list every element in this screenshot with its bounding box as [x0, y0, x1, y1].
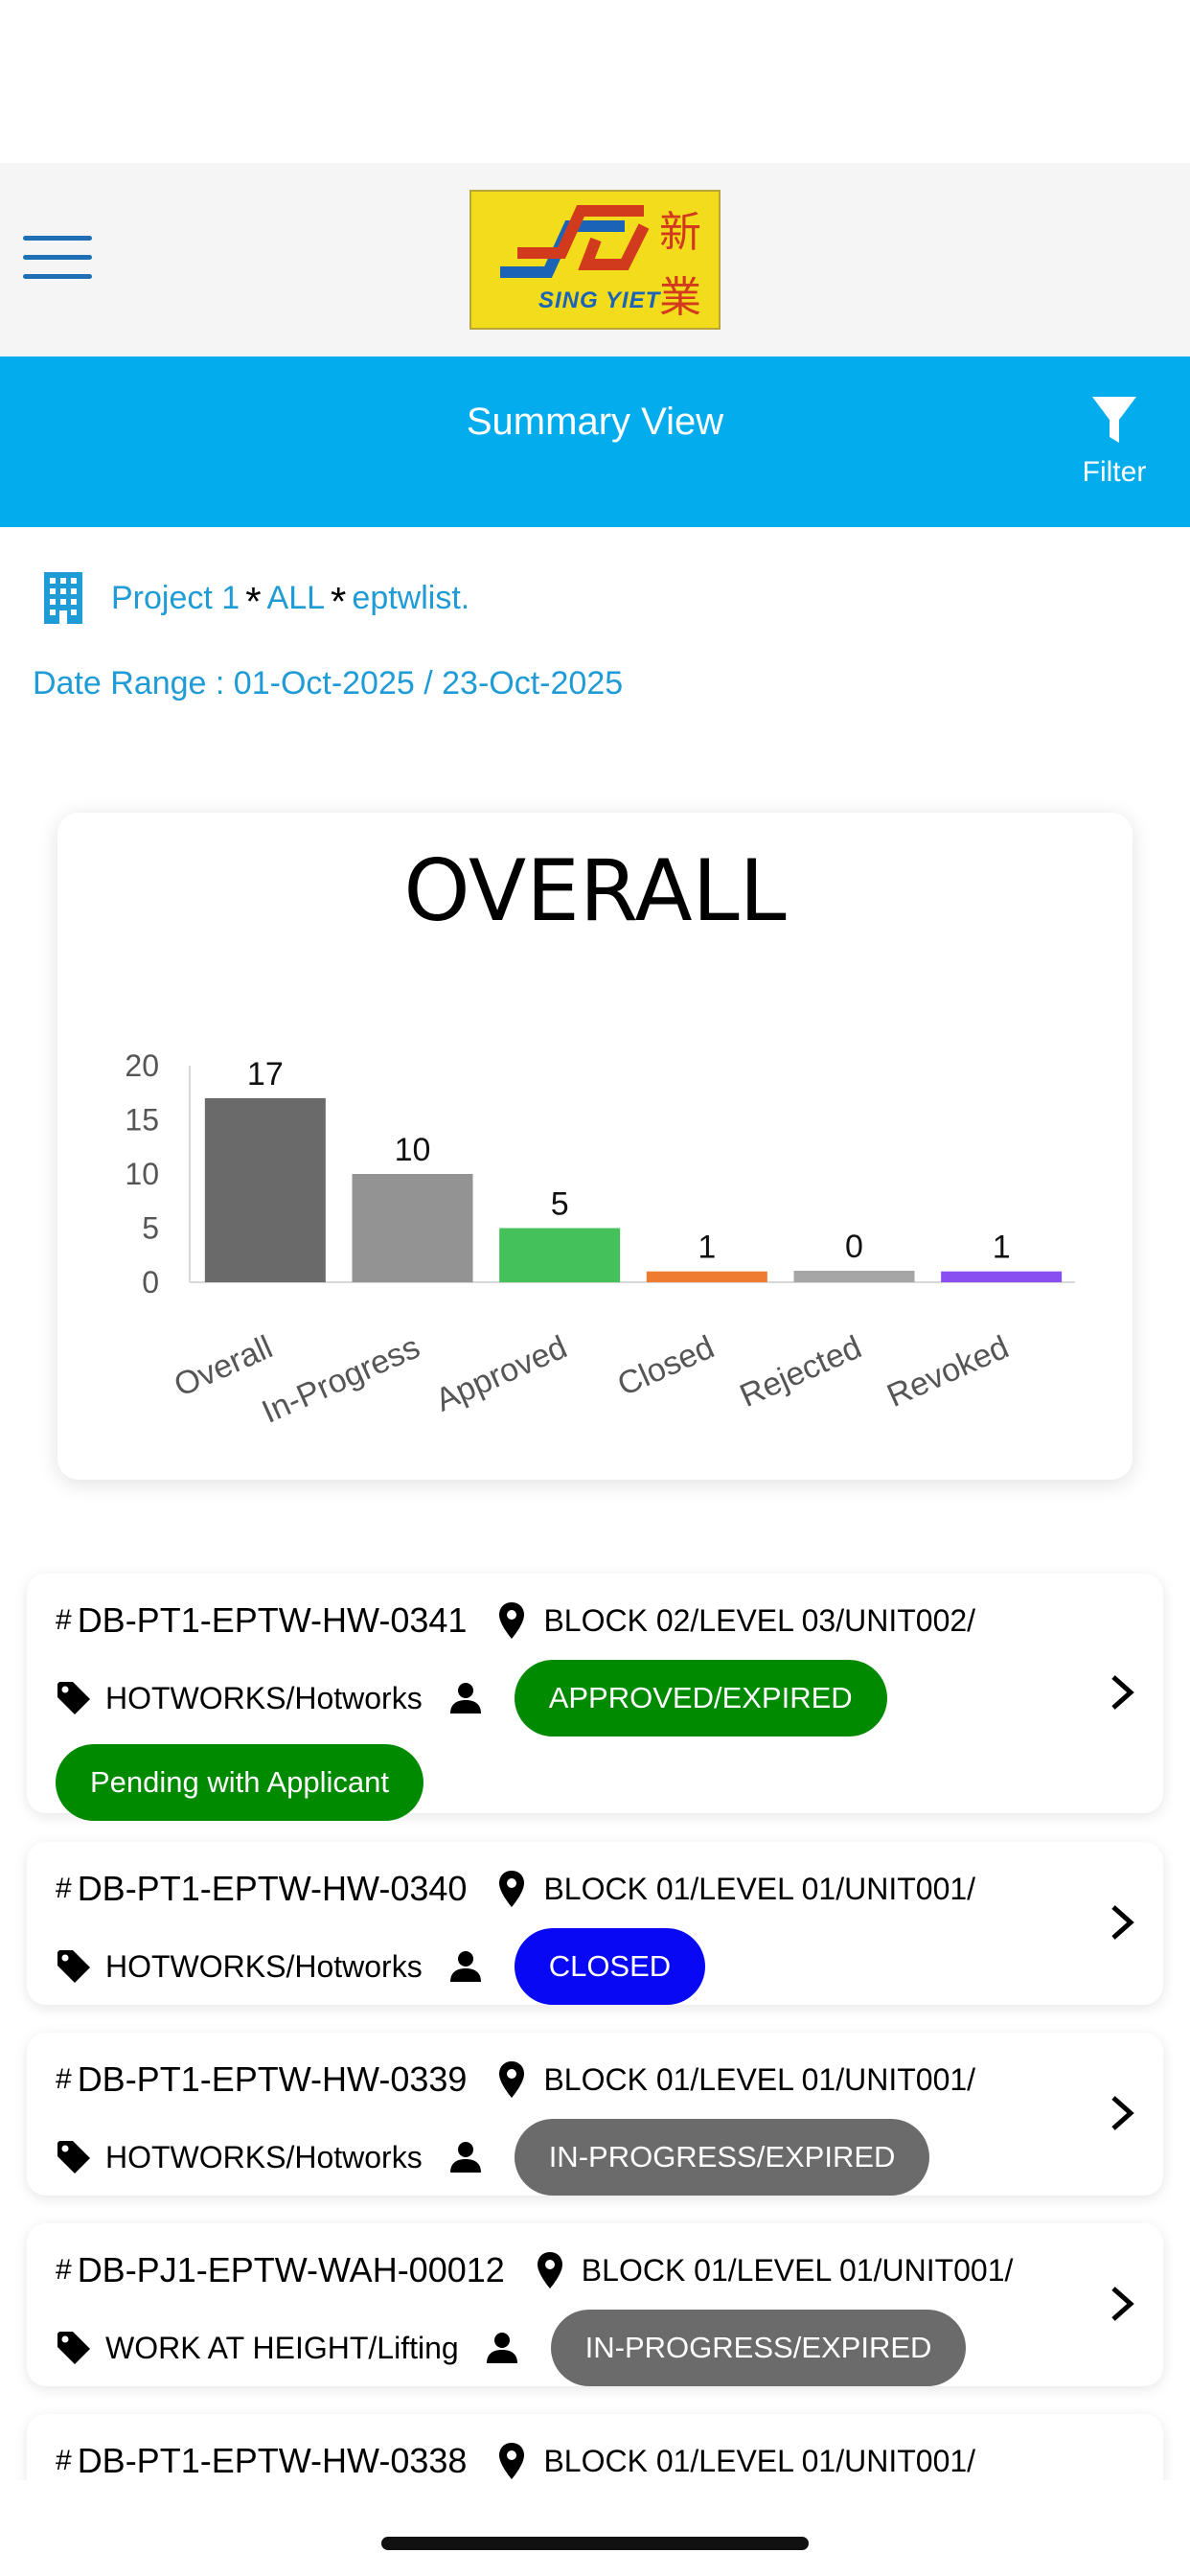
bar-value-label: 0	[845, 1229, 863, 1265]
logo-chinese-char-1: 新	[659, 208, 701, 257]
chart-bar	[499, 1228, 621, 1282]
hash-symbol: #	[56, 2063, 72, 2095]
overall-bar-chart: OVERALL05101520 17Overall10In-Progress5Ap…	[125, 841, 1075, 1431]
page-title: Summary View	[466, 401, 724, 443]
chart-bar	[352, 1174, 473, 1282]
person-icon	[449, 2142, 481, 2173]
status-badge: IN-PROGRESS/EXPIRED	[550, 2310, 967, 2386]
permit-location: BLOCK 01/LEVEL 01/UNIT001/	[581, 2252, 1014, 2288]
filter-button[interactable]: Filter	[1052, 395, 1177, 510]
chevron-right-icon	[1111, 2096, 1134, 2130]
tag-icon	[57, 1950, 90, 1983]
map-pin-icon	[499, 2061, 525, 2098]
hash-symbol: #	[56, 1604, 72, 1636]
x-tick-label: Rejected	[735, 1329, 867, 1414]
list-link[interactable]: eptwlist.	[352, 580, 469, 617]
permit-card[interactable]: # DB-PT1-EPTW-HW-0340 BLOCK 01/LEVEL 01/…	[27, 1842, 1163, 2005]
map-pin-icon	[499, 1602, 525, 1639]
scope-link[interactable]: ALL	[267, 580, 326, 617]
status-badge: CLOSED	[514, 1928, 706, 2005]
permit-type: WORK AT HEIGHT/Lifting	[105, 2330, 459, 2365]
filter-label: Filter	[1082, 456, 1147, 488]
x-tick-label: Overall	[169, 1329, 278, 1405]
permit-id: DB-PT1-EPTW-HW-0338	[77, 2441, 468, 2480]
status-badge: IN-PROGRESS/EXPIRED	[514, 2119, 930, 2196]
x-tick-label: Revoked	[881, 1329, 1014, 1414]
overall-chart-card: OVERALL 0 5 10 15 20 17 Overall 10 In-Progress 5 Ap…	[57, 813, 1133, 1480]
status-bar-area	[0, 0, 1190, 163]
bar-value-label: 10	[395, 1132, 431, 1168]
status-badge: APPROVED/EXPIRED	[514, 1660, 887, 1736]
permit-id: DB-PT1-EPTW-HW-0340	[77, 1869, 468, 1908]
date-from[interactable]: 01-Oct-2025	[234, 665, 415, 702]
tag-icon	[57, 1682, 90, 1714]
company-logo: 新 業 SING YIET	[469, 190, 721, 330]
chart-bar	[793, 1271, 915, 1282]
hash-symbol: #	[56, 1873, 72, 1904]
bar-value-label: 17	[247, 1056, 284, 1092]
logo-text: SING YIET	[538, 288, 661, 313]
date-range: Date Range : 01-Oct-2025 / 23-Oct-2025	[33, 659, 623, 707]
separator: *	[331, 579, 347, 624]
map-pin-icon	[499, 1871, 525, 1907]
substatus-badge: Pending with Applicant	[56, 1744, 423, 1821]
person-icon	[486, 2333, 517, 2363]
person-icon	[449, 1951, 481, 1982]
permit-location: BLOCK 01/LEVEL 01/UNIT001/	[543, 1871, 976, 1906]
permit-id: DB-PT1-EPTW-HW-0339	[77, 2059, 468, 2099]
date-to[interactable]: 23-Oct-2025	[442, 665, 623, 702]
x-tick-label: Closed	[612, 1329, 720, 1404]
app-header: 新 業 SING YIET	[0, 163, 1190, 356]
separator: *	[245, 579, 262, 624]
x-tick-label: Approved	[430, 1329, 572, 1419]
permit-card[interactable]: # DB-PT1-EPTW-HW-0339 BLOCK 01/LEVEL 01/…	[27, 2033, 1163, 2196]
funnel-icon	[1092, 397, 1136, 443]
map-pin-icon	[499, 2443, 525, 2479]
home-indicator[interactable]	[381, 2537, 809, 2550]
hamburger-menu-icon[interactable]	[23, 234, 94, 284]
chevron-right-icon	[1111, 2287, 1134, 2321]
project-breadcrumb: Project 1 * ALL * eptwlist.	[42, 571, 469, 625]
hash-symbol: #	[56, 2254, 72, 2286]
chart-bar	[646, 1271, 767, 1282]
bar-value-label: 5	[551, 1186, 569, 1223]
chart-bar	[204, 1097, 326, 1282]
map-pin-icon	[537, 2252, 562, 2288]
x-tick-label: In-Progress	[257, 1329, 425, 1431]
permit-id: DB-PJ1-EPTW-WAH-00012	[77, 2250, 505, 2289]
bar-value-label: 1	[698, 1230, 716, 1266]
tag-icon	[57, 2332, 90, 2364]
bottom-safe-area	[0, 2480, 1190, 2576]
permit-location: BLOCK 01/LEVEL 01/UNIT001/	[543, 2061, 976, 2097]
chevron-right-icon	[1111, 1675, 1134, 1710]
chevron-right-icon	[1111, 1905, 1134, 1940]
permit-location: BLOCK 02/LEVEL 03/UNIT002/	[543, 1602, 976, 1638]
chart-title: OVERALL	[403, 841, 786, 940]
logo-chinese-char-2: 業	[659, 273, 701, 322]
building-icon	[44, 572, 82, 624]
permit-location: BLOCK 01/LEVEL 01/UNIT001/	[543, 2443, 976, 2478]
date-range-label: Date Range :	[33, 664, 234, 702]
permit-type: HOTWORKS/Hotworks	[105, 1948, 423, 1984]
hash-symbol: #	[56, 2445, 72, 2476]
bar-value-label: 1	[993, 1230, 1011, 1266]
title-bar: Summary View Filter	[0, 356, 1190, 527]
permit-card[interactable]: # DB-PT1-EPTW-HW-0341 BLOCK 02/LEVEL 03/…	[27, 1574, 1163, 1821]
y-tick-label: 0	[142, 1265, 159, 1300]
date-separator: /	[414, 664, 443, 702]
chart-bar	[941, 1271, 1063, 1282]
permit-id: DB-PT1-EPTW-HW-0341	[77, 1600, 468, 1640]
permit-type: HOTWORKS/Hotworks	[105, 2139, 423, 2174]
project-link[interactable]: Project 1	[111, 580, 240, 617]
y-tick-label: 10	[125, 1157, 159, 1191]
person-icon	[449, 1683, 481, 1714]
permit-card[interactable]: # DB-PJ1-EPTW-WAH-00012 BLOCK 01/LEVEL 0…	[27, 2223, 1163, 2386]
y-tick-label: 20	[125, 1048, 159, 1083]
tag-icon	[57, 2141, 90, 2174]
y-tick-label: 15	[125, 1103, 159, 1138]
y-tick-label: 5	[142, 1211, 159, 1246]
permit-type: HOTWORKS/Hotworks	[105, 1680, 423, 1715]
